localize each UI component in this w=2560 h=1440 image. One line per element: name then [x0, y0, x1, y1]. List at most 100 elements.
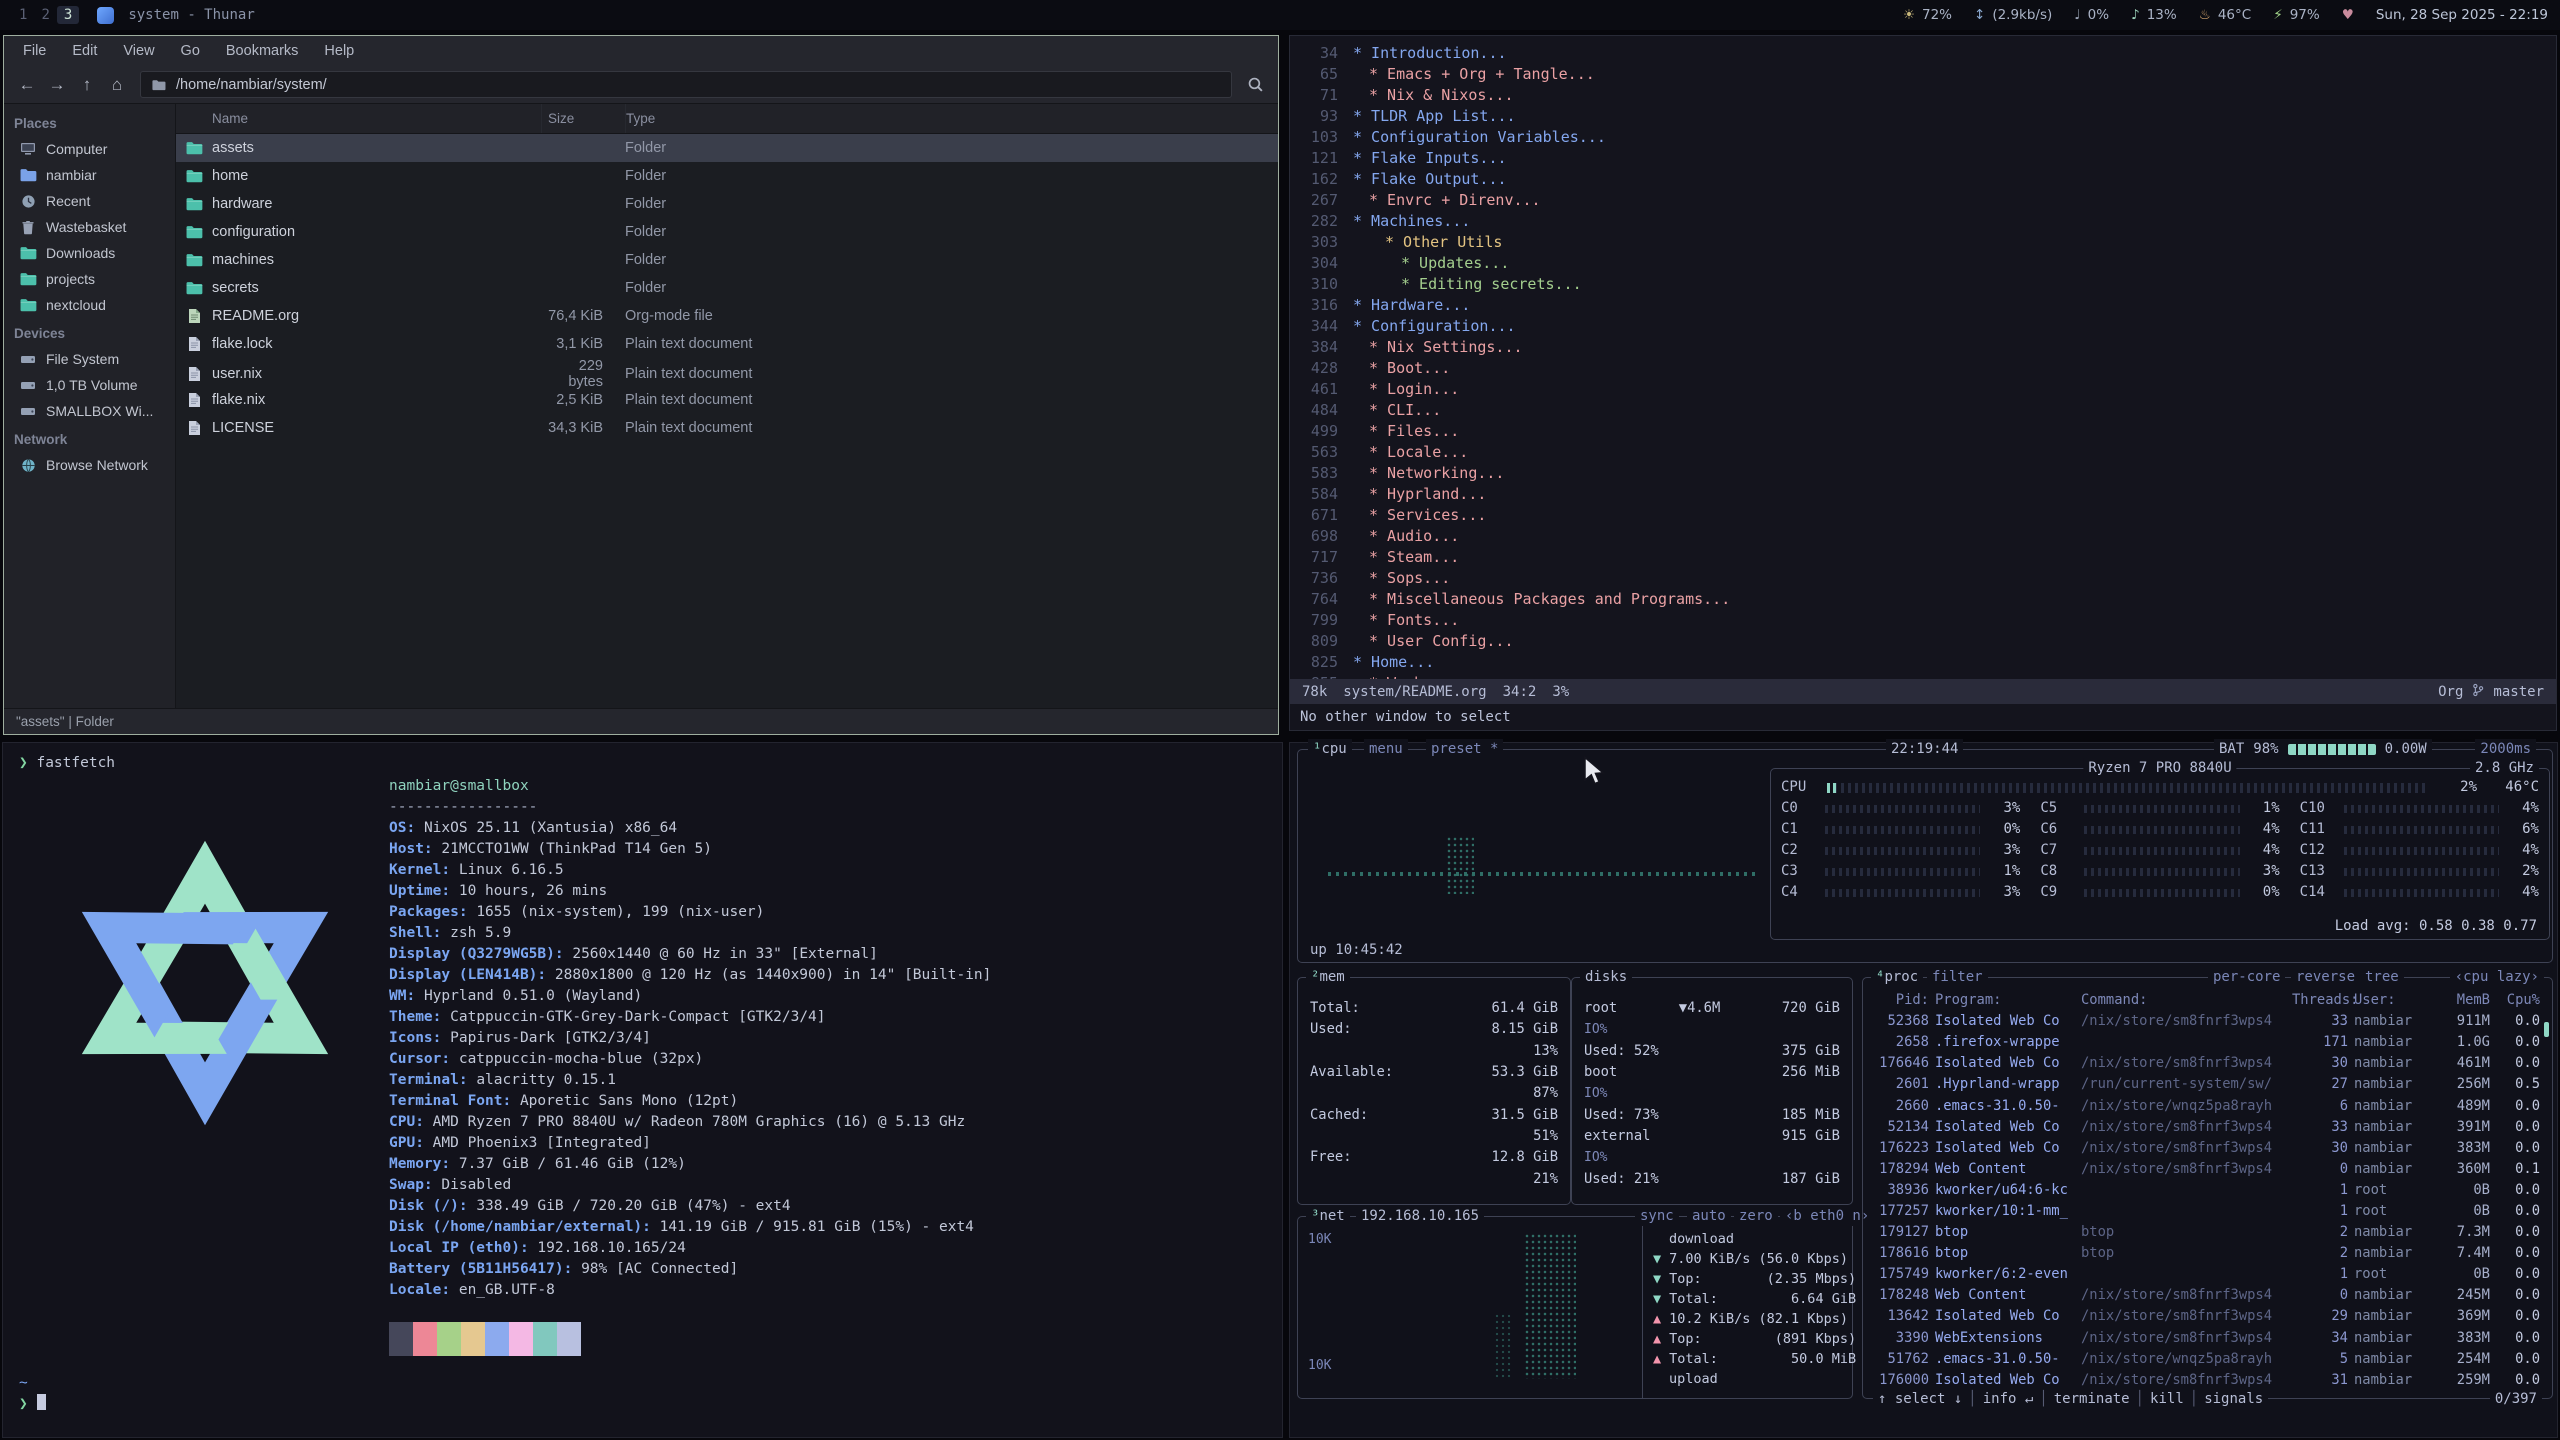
- workspace-2[interactable]: 2: [34, 6, 56, 24]
- menu-view[interactable]: View: [110, 40, 167, 62]
- proc-header-pid[interactable]: Pid:: [1871, 990, 1929, 1011]
- process-row[interactable]: 178616btopbtop2nambiar7.4M0.0: [1871, 1243, 2544, 1264]
- process-row[interactable]: 51762.emacs-31.0.50-/nix/store/wnqz5pa8r…: [1871, 1349, 2544, 1370]
- proc-action-info[interactable]: info ↵: [1983, 1391, 2034, 1407]
- file-row-secrets[interactable]: secretsFolder: [176, 274, 1278, 302]
- proc-header-memb[interactable]: MemB: [2434, 990, 2490, 1011]
- process-row[interactable]: 2601.Hyprland-wrapp/run/current-system/s…: [1871, 1074, 2544, 1095]
- proc-box-title[interactable]: ⁴proc: [1871, 967, 1923, 987]
- sidebar-item-wastebasket[interactable]: Wastebasket: [4, 214, 175, 240]
- sidebar-item-nextcloud[interactable]: nextcloud: [4, 292, 175, 318]
- column-header-size[interactable]: Size: [541, 104, 625, 133]
- file-list[interactable]: assetsFolderhomeFolderhardwareFolderconf…: [176, 134, 1278, 442]
- sidebar-item-projects[interactable]: projects: [4, 266, 175, 292]
- proc-option-per-core[interactable]: per-core: [2208, 967, 2285, 987]
- forward-button[interactable]: →: [42, 71, 72, 99]
- menu-file[interactable]: File: [10, 40, 59, 62]
- search-button[interactable]: [1240, 71, 1270, 99]
- process-row[interactable]: 179127btopbtop2nambiar7.3M0.0: [1871, 1222, 2544, 1243]
- menu-help[interactable]: Help: [311, 40, 367, 62]
- proc-action-signals[interactable]: signals: [2204, 1391, 2263, 1407]
- process-row[interactable]: 3390WebExtensions/nix/store/sm8fnrf3wps4…: [1871, 1328, 2544, 1349]
- sidebar-item-1-0-tb-volume[interactable]: 1,0 TB Volume: [4, 372, 175, 398]
- proc-header-user[interactable]: User:: [2354, 990, 2428, 1011]
- bar-module-brightness[interactable]: ☀72%: [1903, 7, 1952, 23]
- cpu-box-title[interactable]: ¹cpu: [1308, 739, 1352, 759]
- bar-module-clock[interactable]: Sun, 28 Sep 2025 - 22:19: [2376, 7, 2548, 23]
- menu-button[interactable]: menu: [1364, 739, 1408, 759]
- workspace-3[interactable]: 3: [57, 6, 79, 24]
- file-row-configuration[interactable]: configurationFolder: [176, 218, 1278, 246]
- sidebar-item-file-system[interactable]: File System: [4, 346, 175, 372]
- process-row[interactable]: 2658.firefox-wrappe171nambiar1.0G0.0: [1871, 1032, 2544, 1053]
- column-header-name[interactable]: Name: [176, 104, 541, 133]
- menu-go[interactable]: Go: [168, 40, 213, 62]
- process-row[interactable]: 178294Web Content/nix/store/sm8fnrf3wps4…: [1871, 1159, 2544, 1180]
- process-row[interactable]: 52134Isolated Web Co/nix/store/sm8fnrf3w…: [1871, 1117, 2544, 1138]
- proc-header-cpu[interactable]: Cpu%: [2496, 990, 2540, 1011]
- net-button-zero[interactable]: zero: [1734, 1206, 1778, 1226]
- process-row[interactable]: 13642Isolated Web Co/nix/store/sm8fnrf3w…: [1871, 1306, 2544, 1327]
- net-box-title[interactable]: ³net: [1306, 1206, 1350, 1226]
- proc-header-threads[interactable]: Threads:: [2292, 990, 2348, 1011]
- sidebar-item-smallbox-wi[interactable]: SMALLBOX Wi...: [4, 398, 175, 424]
- preset-button[interactable]: preset *: [1426, 739, 1503, 759]
- proc-action-terminate[interactable]: terminate: [2054, 1391, 2130, 1407]
- file-row-license[interactable]: LICENSE34,3 KiBPlain text document: [176, 414, 1278, 442]
- net-button-auto[interactable]: auto: [1687, 1206, 1731, 1226]
- process-row[interactable]: 38936kworker/u64:6-kc1root0B0.0: [1871, 1180, 2544, 1201]
- proc-sort-mode[interactable]: ‹cpu lazy›: [2450, 967, 2544, 987]
- org-heading-line: 809* User Config...: [1290, 631, 2556, 652]
- process-row[interactable]: 176000Isolated Web Co/nix/store/sm8fnrf3…: [1871, 1370, 2544, 1391]
- path-bar[interactable]: /home/nambiar/system/: [140, 71, 1232, 98]
- process-row[interactable]: 177257kworker/10:1-mm_1root0B0.0: [1871, 1201, 2544, 1222]
- process-row[interactable]: 52368Isolated Web Co/nix/store/sm8fnrf3w…: [1871, 1011, 2544, 1032]
- file-row-flake-lock[interactable]: flake.lock3,1 KiBPlain text document: [176, 330, 1278, 358]
- home-button[interactable]: ⌂: [102, 71, 132, 99]
- proc-header-program[interactable]: Program:: [1935, 990, 2075, 1011]
- file-row-readme-org[interactable]: README.org76,4 KiBOrg-mode file: [176, 302, 1278, 330]
- bar-module-microphone[interactable]: ♩0%: [2074, 7, 2109, 23]
- proc-header-command[interactable]: Command:: [2081, 990, 2286, 1011]
- proc-option-reverse[interactable]: reverse: [2291, 967, 2360, 987]
- up-button[interactable]: ↑: [72, 71, 102, 99]
- net-button-b-eth0-n[interactable]: ‹b eth0 n›: [1780, 1206, 1874, 1226]
- bar-module-volume[interactable]: ♪13%: [2131, 7, 2177, 23]
- file-row-machines[interactable]: machinesFolder: [176, 246, 1278, 274]
- disks-box-title[interactable]: disks: [1580, 967, 1632, 987]
- column-header-type[interactable]: Type: [625, 104, 1278, 133]
- file-row-user-nix[interactable]: user.nix229 bytesPlain text document: [176, 358, 1278, 386]
- menu-edit[interactable]: Edit: [59, 40, 110, 62]
- proc-action-kill[interactable]: kill: [2150, 1391, 2184, 1407]
- file-row-assets[interactable]: assetsFolder: [176, 134, 1278, 162]
- sidebar-item-recent[interactable]: Recent: [4, 188, 175, 214]
- sidebar-item-downloads[interactable]: Downloads: [4, 240, 175, 266]
- sidebar-item-computer[interactable]: Computer: [4, 136, 175, 162]
- bar-module-battery[interactable]: ⚡97%: [2273, 7, 2320, 23]
- net-button-sync[interactable]: sync: [1635, 1206, 1679, 1226]
- process-row[interactable]: 176223Isolated Web Co/nix/store/sm8fnrf3…: [1871, 1138, 2544, 1159]
- org-heading: * Updates...: [1353, 253, 1509, 274]
- update-interval[interactable]: 2000ms: [2475, 739, 2536, 759]
- process-row[interactable]: 178248Web Content/nix/store/sm8fnrf3wps4…: [1871, 1285, 2544, 1306]
- file-row-home[interactable]: homeFolder: [176, 162, 1278, 190]
- sidebar-item-nambiar[interactable]: nambiar: [4, 162, 175, 188]
- proc-scrollbar[interactable]: [2544, 1022, 2549, 1037]
- file-row-hardware[interactable]: hardwareFolder: [176, 190, 1278, 218]
- process-row[interactable]: 176646Isolated Web Co/nix/store/sm8fnrf3…: [1871, 1053, 2544, 1074]
- sidebar-item-browse-network[interactable]: Browse Network: [4, 452, 175, 478]
- emacs-buffer[interactable]: 34* Introduction...65* Emacs + Org + Tan…: [1290, 36, 2556, 679]
- mem-box-title[interactable]: ²mem: [1306, 967, 1350, 987]
- bar-module-temperature[interactable]: ♨46°C: [2199, 7, 2251, 23]
- proc-action-select[interactable]: ↑ select ↓: [1878, 1391, 1962, 1407]
- process-row[interactable]: 175749kworker/6:2-even1root0B0.0: [1871, 1264, 2544, 1285]
- bar-module-idle-inhibitor[interactable]: ♥: [2342, 7, 2354, 23]
- menu-bookmarks[interactable]: Bookmarks: [213, 40, 312, 62]
- workspace-1[interactable]: 1: [12, 6, 34, 24]
- bar-module-network-traffic[interactable]: ↕(2.9kb/s): [1974, 7, 2052, 23]
- back-button[interactable]: ←: [12, 71, 42, 99]
- proc-option-tree[interactable]: tree: [2360, 967, 2404, 987]
- process-row[interactable]: 2660.emacs-31.0.50-/nix/store/wnqz5pa8ra…: [1871, 1095, 2544, 1116]
- file-row-flake-nix[interactable]: flake.nix2,5 KiBPlain text document: [176, 386, 1278, 414]
- proc-filter-button[interactable]: filter: [1927, 967, 1988, 987]
